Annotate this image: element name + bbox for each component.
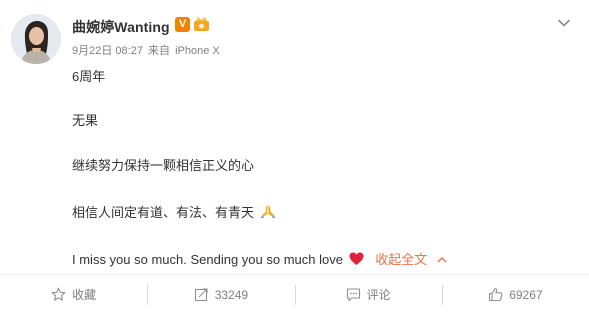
username[interactable]: 曲婉婷Wanting bbox=[72, 17, 170, 37]
content-line: 6周年 bbox=[72, 69, 106, 84]
content-line-with-emoji: I miss you so much. Sending you so much … bbox=[72, 249, 447, 269]
comment-button[interactable]: 评论 bbox=[294, 275, 442, 314]
content-line-with-emoji: 相信人间定有道、有法、有青天 bbox=[72, 202, 276, 222]
favorite-button[interactable]: 收藏 bbox=[0, 275, 147, 314]
comment-label[interactable]: 评论 bbox=[367, 286, 391, 303]
content-text: I miss you so much. Sending you so much … bbox=[72, 252, 343, 267]
like-button[interactable]: 69267 bbox=[441, 275, 589, 314]
repost-button[interactable]: 33249 bbox=[147, 275, 294, 314]
chevron-up-icon[interactable] bbox=[437, 251, 447, 266]
repost-count[interactable]: 33249 bbox=[215, 288, 248, 302]
favorite-label[interactable]: 收藏 bbox=[72, 286, 96, 303]
collapse-text-link[interactable]: 收起全文 bbox=[375, 252, 447, 267]
thumbs-up-icon bbox=[489, 287, 503, 302]
post-date[interactable]: 9月22日 08:27 bbox=[72, 45, 143, 57]
post-source[interactable]: iPhone X bbox=[175, 45, 220, 57]
chevron-down-icon[interactable] bbox=[557, 15, 571, 27]
collapse-label[interactable]: 收起全文 bbox=[375, 252, 427, 267]
verified-badge-icon: V bbox=[175, 17, 190, 32]
post-meta: 9月22日 08:27 来自 iPhone X bbox=[72, 42, 222, 58]
avatar[interactable] bbox=[11, 14, 61, 64]
like-count[interactable]: 69267 bbox=[509, 288, 542, 302]
content-text: 相信人间定有道、有法、有青天 bbox=[72, 205, 255, 220]
content-line: 无果 bbox=[72, 113, 99, 128]
action-bar: 收藏 33249 评论 69267 bbox=[0, 275, 589, 314]
star-icon bbox=[51, 287, 66, 301]
repost-icon bbox=[194, 288, 208, 302]
weibo-post-card: 曲婉婷Wanting V 9月22日 08:27 来自 iPhone X 6周年… bbox=[0, 0, 589, 314]
content-line: 继续努力保持一颗相信正义的心 bbox=[72, 158, 255, 173]
source-prefix: 来自 bbox=[148, 45, 170, 57]
crown-icon bbox=[193, 16, 210, 33]
comment-icon bbox=[346, 288, 360, 302]
heart-icon bbox=[349, 252, 364, 269]
praying-hands-icon bbox=[260, 203, 276, 222]
